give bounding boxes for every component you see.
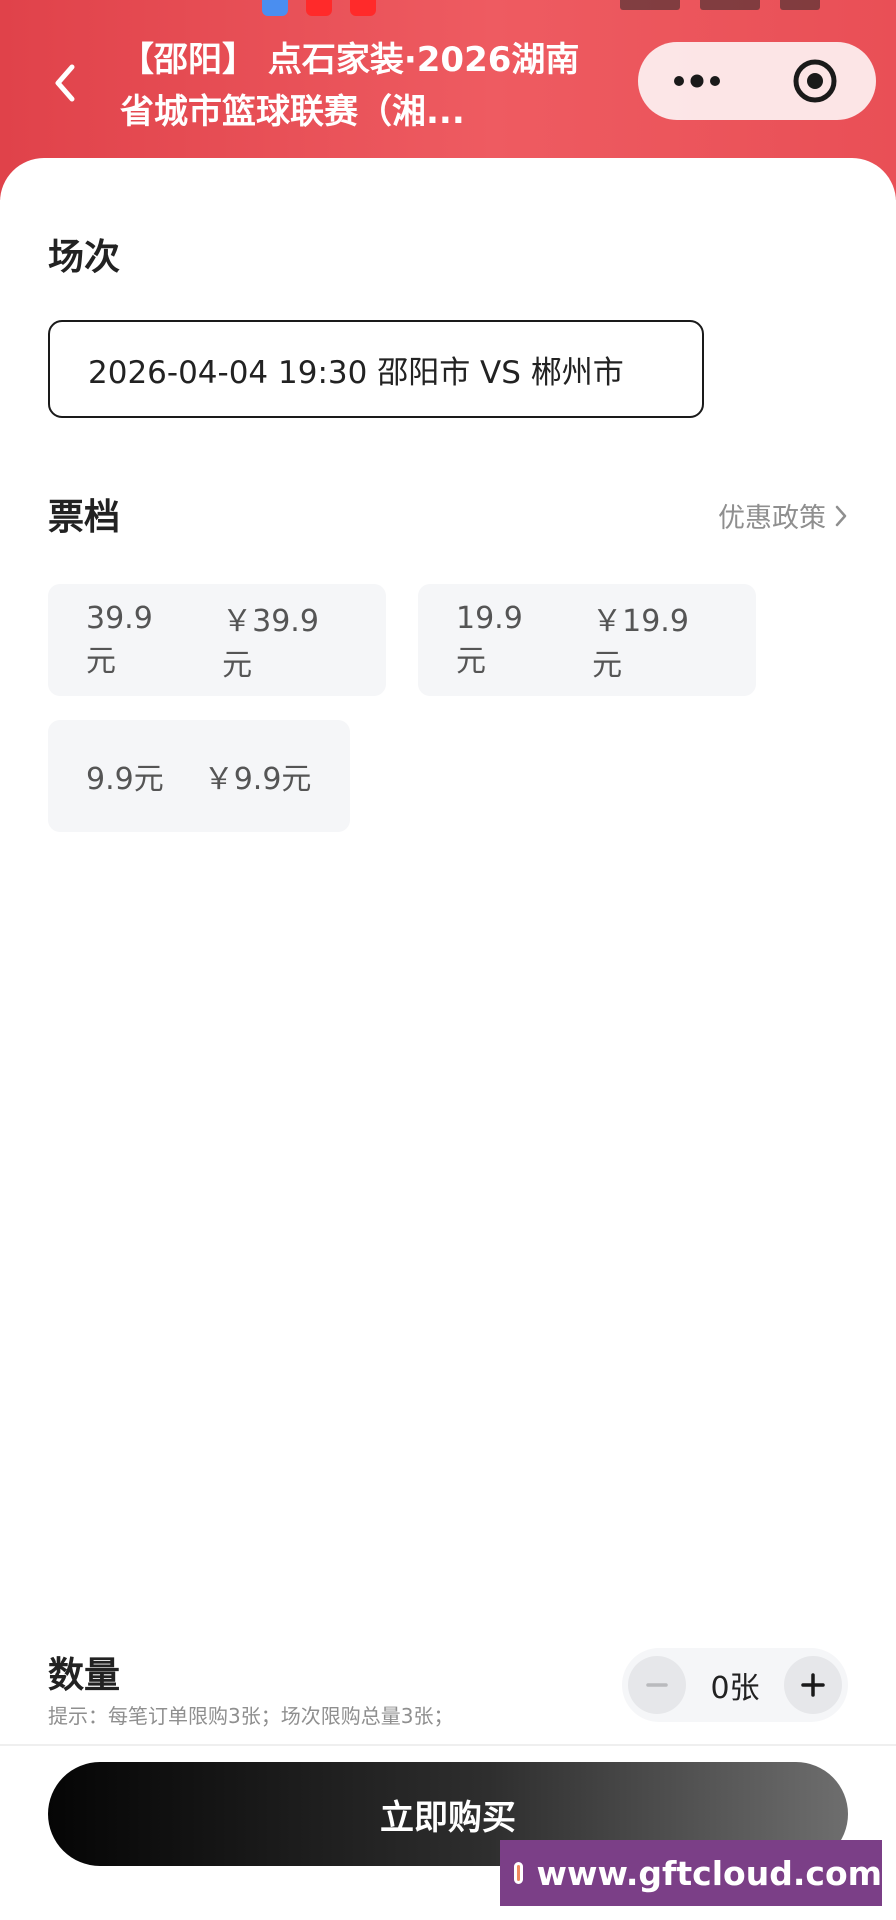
ticket-selection-panel: 场次 2026-04-04 19:30 邵阳市 VS 郴州市 票档 优惠政策 3… xyxy=(0,158,896,1920)
ticket-tier-section-label: 票档 xyxy=(48,497,121,538)
discount-policy-link[interactable]: 优惠政策 xyxy=(718,496,848,535)
minus-icon xyxy=(646,1683,668,1687)
notification-icon xyxy=(350,0,376,16)
page-title: 【邵阳】 点石家装·2026湖南省城市篮球联赛（湘... xyxy=(120,40,580,132)
quantity-label: 数量 xyxy=(48,1655,121,1696)
ticket-tier-option[interactable]: 39.9元 ￥39.9元 xyxy=(48,584,386,696)
discount-policy-label: 优惠政策 xyxy=(718,503,826,534)
decrease-quantity-button[interactable] xyxy=(628,1656,686,1714)
tier-name: 9.9元 xyxy=(86,762,164,797)
watermark-text: www.gftcloud.com xyxy=(536,1853,882,1893)
mini-program-capsule xyxy=(638,42,876,120)
signal-icon xyxy=(620,0,680,10)
ticket-tier-option[interactable]: 19.9元 ￥19.9元 xyxy=(418,584,756,696)
notification-icon xyxy=(306,0,332,16)
session-section-label: 场次 xyxy=(48,237,121,278)
target-circle-icon xyxy=(793,59,837,103)
tier-price: ￥19.9元 xyxy=(592,604,689,683)
session-option-selected[interactable]: 2026-04-04 19:30 邵阳市 VS 郴州市 xyxy=(48,320,704,418)
tier-price: ￥39.9元 xyxy=(222,604,319,683)
more-dots-icon xyxy=(674,74,720,88)
ticket-tier-option[interactable]: 9.9元 ￥9.9元 xyxy=(48,720,350,832)
watermark: www.gftcloud.com xyxy=(500,1840,882,1906)
status-bar xyxy=(0,0,896,24)
close-mini-program-button[interactable] xyxy=(756,42,874,120)
back-button[interactable] xyxy=(40,58,90,108)
watermark-logo-icon xyxy=(514,1862,523,1884)
tier-name: 39.9元 xyxy=(86,600,153,679)
increase-quantity-button[interactable] xyxy=(784,1656,842,1714)
chevron-right-icon xyxy=(834,504,848,528)
tier-price: ￥9.9元 xyxy=(203,762,312,797)
chevron-left-icon xyxy=(55,64,75,102)
divider xyxy=(0,1744,896,1746)
plus-icon xyxy=(801,1673,825,1697)
battery-icon xyxy=(780,0,820,10)
quantity-stepper: 0张 xyxy=(622,1648,848,1722)
tier-name: 19.9元 xyxy=(456,600,523,679)
signal-icon xyxy=(700,0,760,10)
quantity-hint: 提示：每笔订单限购3张；场次限购总量3张； xyxy=(48,1704,454,1728)
more-button[interactable] xyxy=(638,42,756,120)
notification-icon xyxy=(262,0,288,16)
quantity-value: 0张 xyxy=(710,1671,760,1706)
